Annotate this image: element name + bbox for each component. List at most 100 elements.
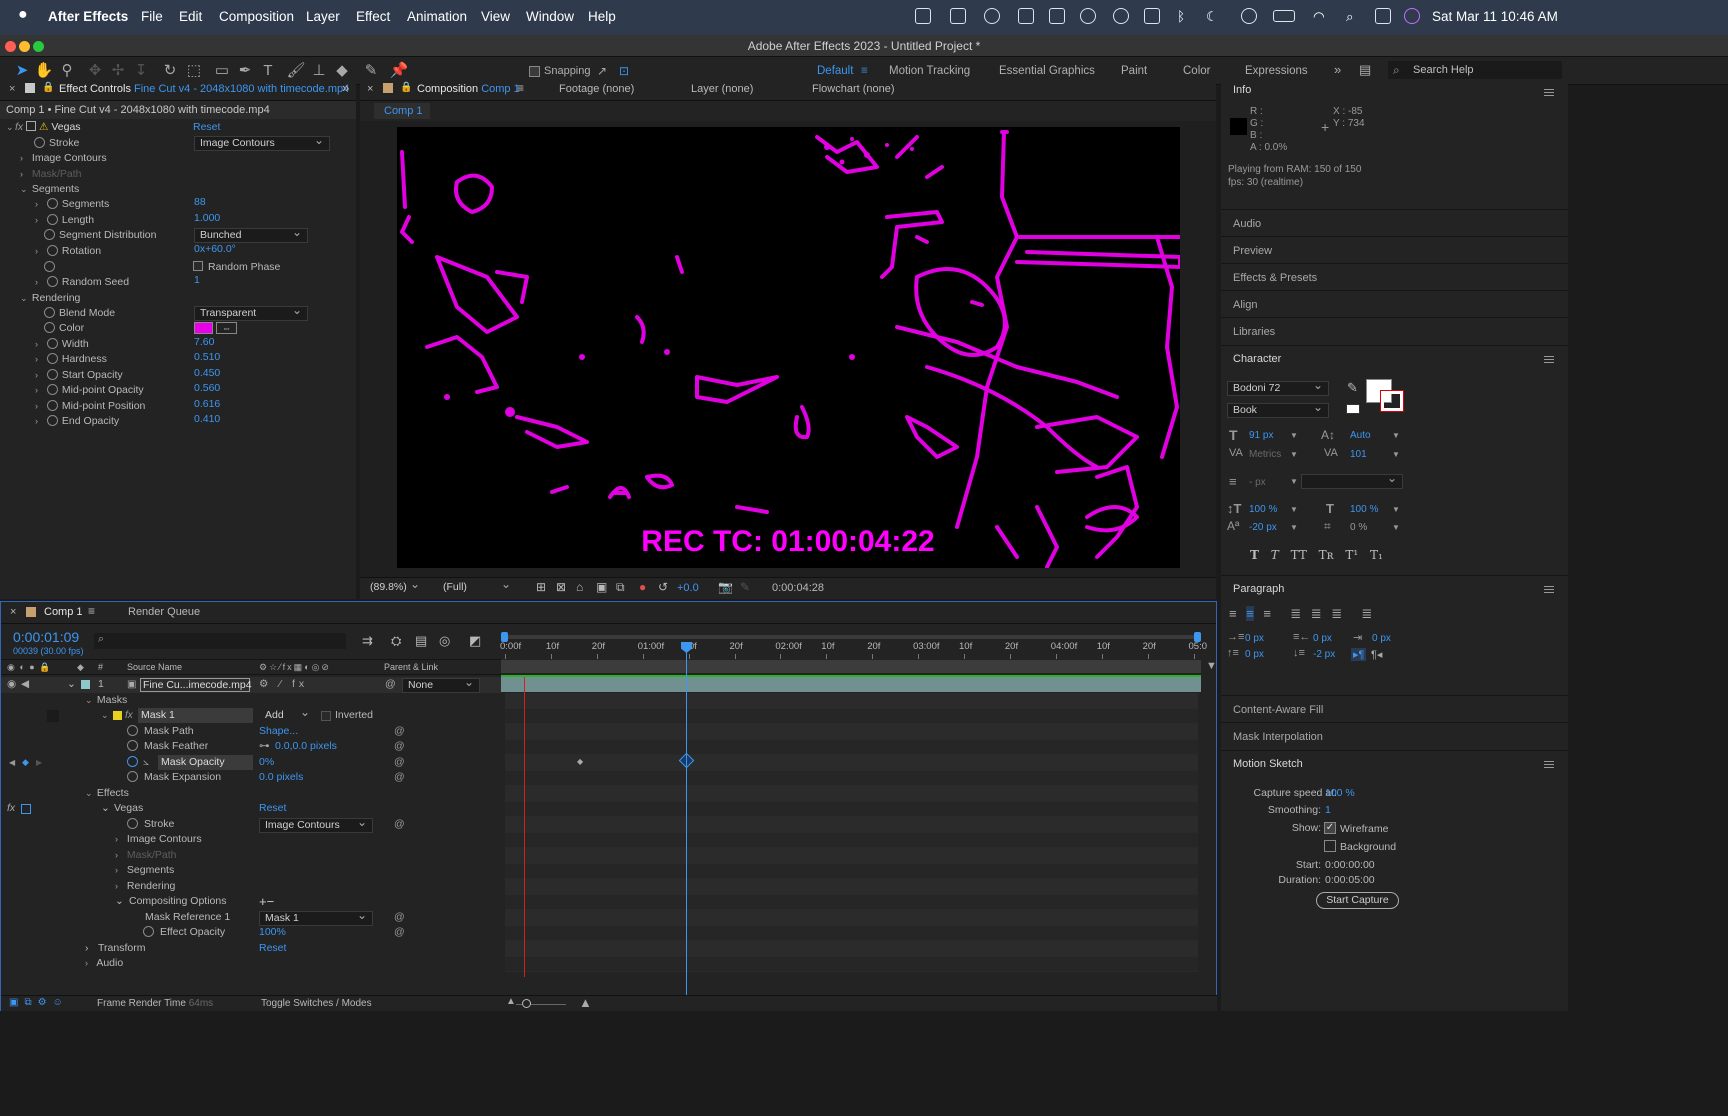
libraries-section[interactable]: Libraries (1221, 317, 1568, 345)
layer-switch-icons[interactable]: ⚙ ⁄ fx (259, 677, 308, 693)
snap-edges-icon[interactable]: ↗ (592, 61, 612, 81)
search-help-field[interactable]: ⌕ Search Help (1388, 61, 1562, 80)
effect-vegas-row[interactable]: ⌄fx ⚠ Vegas Reset (6, 119, 356, 136)
snapping-checkbox[interactable] (529, 66, 540, 77)
start-capture-button[interactable]: Start Capture (1316, 892, 1399, 909)
eraser-tool-icon[interactable]: ◆ (332, 61, 352, 81)
screen-record-icon[interactable] (915, 8, 931, 24)
source-name-header[interactable]: Source Name (127, 660, 182, 674)
font-size-value[interactable]: 91 px (1249, 430, 1273, 441)
font-family-dropdown[interactable]: Bodoni 72 (1227, 379, 1329, 396)
layer-label-color[interactable] (81, 680, 90, 689)
keyframe-1[interactable]: ◆ (577, 757, 583, 766)
horizontal-scale-caret-icon[interactable]: ▼ (1392, 505, 1400, 514)
audio-switch-icon[interactable]: ◀ (21, 677, 29, 693)
track-row[interactable] (505, 786, 1198, 802)
reset-exposure-icon[interactable]: ↺ (658, 580, 668, 594)
track-row[interactable] (505, 817, 1198, 833)
app-menu[interactable]: After Effects (48, 9, 128, 24)
track-row[interactable] (505, 708, 1198, 724)
track-row[interactable] (505, 941, 1198, 957)
sync-icon[interactable] (1080, 8, 1096, 24)
content-aware-fill-section[interactable]: Content-Aware Fill (1221, 695, 1568, 723)
track-row[interactable] (505, 801, 1198, 817)
baseline-shift-caret-icon[interactable]: ▼ (1290, 523, 1298, 532)
layer-twirl-icon[interactable]: ⌄ (67, 677, 76, 693)
vertical-scale-value[interactable]: 100 % (1249, 504, 1277, 515)
pan-tool-icon[interactable]: ✢ (108, 61, 128, 81)
zoom-dropdown[interactable]: (89.8%) (365, 578, 425, 596)
effect-controls-tab[interactable]: Effect Controls Fine Cut v4 - 2048x1080 … (59, 83, 349, 95)
stroke-style-dropdown[interactable] (1301, 472, 1403, 489)
workspace-expressions[interactable]: Expressions (1245, 65, 1308, 77)
roi-icon[interactable]: ⊞ (536, 580, 546, 594)
battery-icon[interactable] (1273, 10, 1295, 22)
blend-mode-dropdown[interactable]: Transparent (194, 304, 308, 321)
workspace-color[interactable]: Color (1183, 65, 1210, 77)
apple-icon[interactable]: ● (18, 6, 28, 24)
align-section[interactable]: Align (1221, 290, 1568, 318)
segments-value[interactable]: 88 (194, 196, 206, 208)
tsume-value[interactable]: 0 % (1350, 522, 1367, 533)
layer-tab[interactable]: Layer (none) (691, 83, 753, 95)
track-row[interactable] (505, 739, 1198, 755)
eyedropper-icon[interactable]: ⇔ (216, 322, 237, 334)
menu-layer[interactable]: Layer (306, 9, 340, 24)
track-row[interactable] (505, 693, 1198, 709)
lock-icon[interactable]: 🔒 (42, 82, 54, 93)
indent-first-value[interactable]: 0 px (1372, 633, 1391, 644)
kerning-caret-icon[interactable]: ▼ (1290, 450, 1298, 459)
timeline-menu-icon[interactable]: ≡ (88, 604, 95, 618)
wifi-icon[interactable]: ◠ (1313, 9, 1325, 25)
track-row[interactable] (505, 879, 1198, 895)
flowchart-tab[interactable]: Flowchart (none) (812, 83, 895, 95)
space-before-value[interactable]: 0 px (1245, 649, 1264, 660)
end-opacity-value[interactable]: 0.410 (194, 413, 220, 425)
menu-composition[interactable]: Composition (219, 9, 294, 24)
effects-presets-section[interactable]: Effects & Presets (1221, 263, 1568, 291)
parent-dropdown[interactable]: None (402, 676, 480, 693)
grammarly-icon[interactable] (1113, 8, 1129, 24)
comp-marker-bin-icon[interactable]: ▼ (1206, 660, 1217, 672)
track-row[interactable] (505, 910, 1198, 926)
zoom-in-icon[interactable]: ▲ (579, 995, 592, 1010)
kerning-value[interactable]: Metrics (1249, 449, 1281, 460)
tracking-value[interactable]: 101 (1350, 449, 1367, 460)
close-comp-tab-icon[interactable]: × (367, 83, 373, 95)
tracking-caret-icon[interactable]: ▼ (1392, 450, 1400, 459)
width-value[interactable]: 7.60 (194, 336, 214, 348)
time-navigator[interactable] (501, 660, 1201, 673)
effect-reset-button[interactable]: Reset (193, 119, 220, 136)
color-swatch[interactable] (194, 322, 213, 334)
orbit-tool-icon[interactable]: ✥ (85, 61, 105, 81)
show-snapshot-icon[interactable]: ✎ (740, 580, 750, 594)
keyboard-icon[interactable] (1144, 8, 1160, 24)
render-queue-tab[interactable]: Render Queue (128, 606, 200, 618)
comp-mini-flowchart-icon[interactable]: ⇉ (362, 633, 373, 649)
character-menu-icon[interactable] (1544, 356, 1554, 363)
track-row[interactable] (505, 848, 1198, 864)
font-size-caret-icon[interactable]: ▼ (1290, 431, 1298, 440)
rotate-tool-icon[interactable]: ↻ (160, 61, 180, 81)
spotlight-icon[interactable]: ⌕ (1346, 9, 1354, 25)
track-row[interactable] (505, 925, 1198, 941)
indent-right-value[interactable]: 0 px (1313, 633, 1332, 644)
toggle-switches-modes[interactable]: Toggle Switches / Modes (261, 998, 372, 1009)
mask-visibility-icon[interactable]: ⌂ (576, 580, 583, 594)
motion-sketch-menu-icon[interactable] (1544, 761, 1554, 768)
video-switch-icon[interactable]: ◉ (7, 677, 16, 693)
workspace-paint[interactable]: Paint (1121, 65, 1147, 77)
vertical-scale-caret-icon[interactable]: ▼ (1290, 505, 1298, 514)
comp-lock-icon[interactable]: 🔒 (400, 82, 412, 93)
moon-icon[interactable]: ☾ (1206, 9, 1218, 25)
leading-caret-icon[interactable]: ▼ (1392, 431, 1400, 440)
track-row[interactable] (505, 832, 1198, 848)
pick-whip-icon[interactable]: @ (385, 677, 396, 693)
random-phase-checkbox[interactable] (193, 261, 203, 271)
start-opacity-value[interactable]: 0.450 (194, 367, 220, 379)
workspace-essential-graphics[interactable]: Essential Graphics (999, 65, 1095, 77)
stroke-color-swatch[interactable] (1380, 390, 1404, 412)
clock-text[interactable]: Sat Mar 11 10:46 AM (1432, 9, 1558, 24)
zoom-out-icon[interactable]: ▲ (506, 996, 516, 1007)
display-icon[interactable] (950, 8, 966, 24)
